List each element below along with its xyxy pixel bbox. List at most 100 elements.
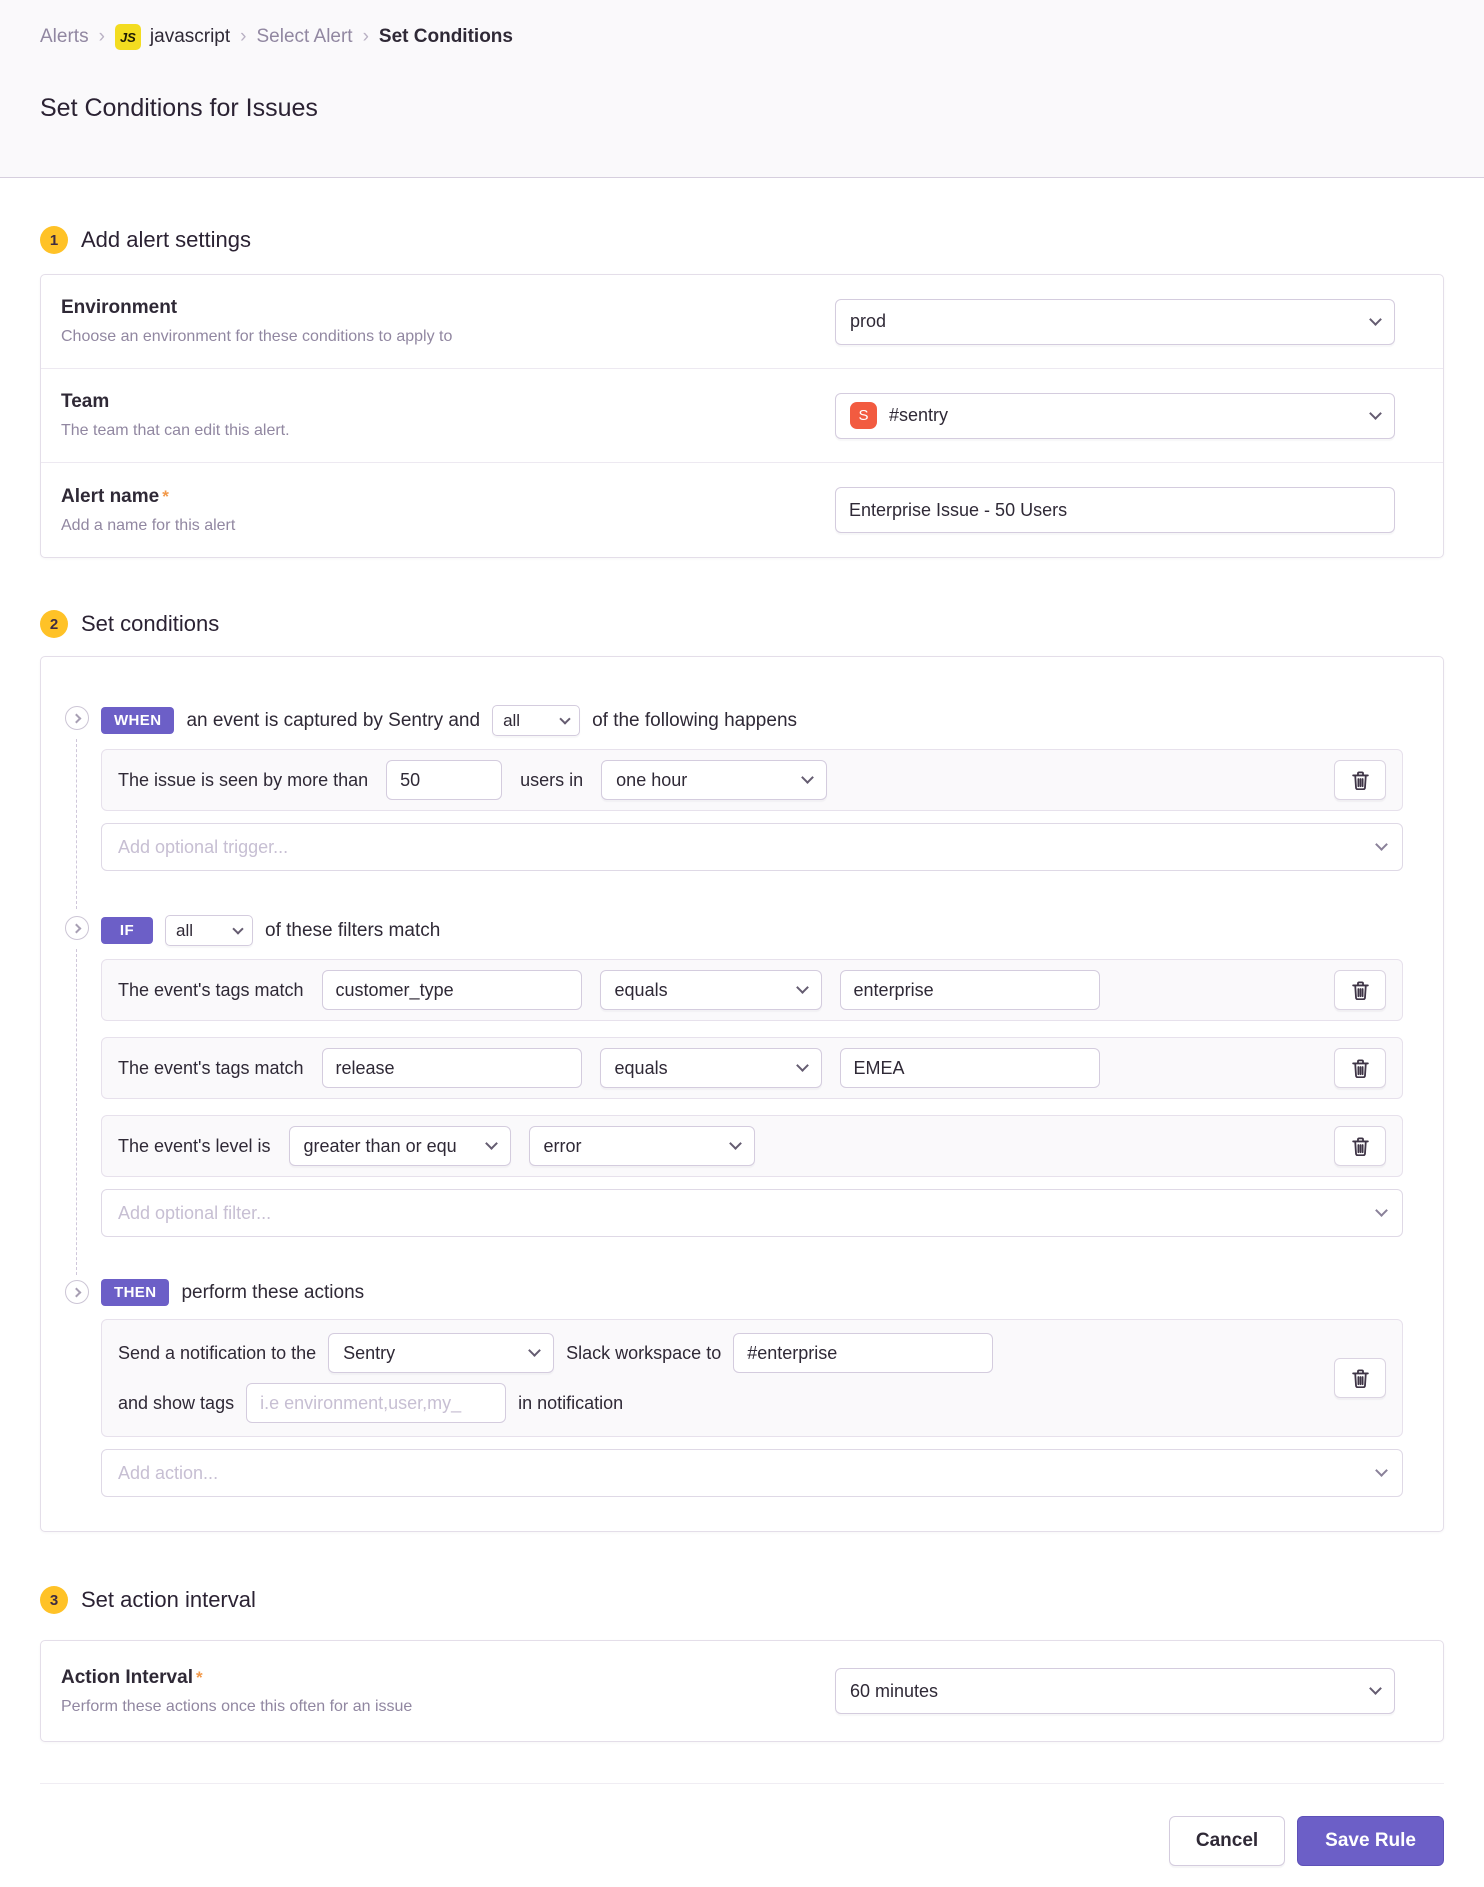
then-badge: THEN bbox=[101, 1279, 169, 1306]
action-interval-select[interactable]: 60 minutes bbox=[835, 1668, 1395, 1714]
tag-operator-select[interactable]: equals bbox=[600, 970, 822, 1010]
when-badge: WHEN bbox=[101, 707, 174, 734]
step-1-heading: 1 Add alert settings bbox=[40, 226, 1444, 254]
save-rule-button[interactable]: Save Rule bbox=[1297, 1816, 1444, 1866]
breadcrumb-current: Set Conditions bbox=[379, 26, 513, 48]
conditions-card: WHEN an event is captured by Sentry and … bbox=[40, 656, 1444, 1532]
chevron-down-icon bbox=[1375, 1204, 1388, 1217]
level-filter-row: The event's level is greater than or equ… bbox=[101, 1115, 1403, 1177]
collapse-then-button[interactable] bbox=[65, 1280, 89, 1304]
chevron-down-icon bbox=[1375, 1464, 1388, 1477]
team-label: Team bbox=[61, 391, 835, 413]
breadcrumb-separator-icon: › bbox=[99, 26, 105, 48]
step-3-heading: 3 Set action interval bbox=[40, 1586, 1444, 1614]
step-2-title: Set conditions bbox=[81, 611, 219, 637]
collapse-when-button[interactable] bbox=[65, 706, 89, 730]
breadcrumb-separator-icon: › bbox=[240, 26, 246, 48]
delete-action-button[interactable] bbox=[1334, 1358, 1386, 1398]
tag-operator-select[interactable]: equals bbox=[600, 1048, 822, 1088]
alert-name-input[interactable] bbox=[835, 487, 1395, 533]
chevron-down-icon bbox=[232, 923, 243, 934]
if-header: IF all of these filters match bbox=[101, 915, 1403, 946]
breadcrumb-select-alert[interactable]: Select Alert bbox=[256, 26, 352, 48]
alert-name-label-col: Alert name* Add a name for this alert bbox=[61, 486, 835, 535]
action-interval-label: Action Interval* bbox=[61, 1667, 835, 1689]
tag-value-input[interactable] bbox=[840, 1048, 1100, 1088]
tag-filter-row: The event's tags match equals bbox=[101, 1037, 1403, 1099]
when-row-text-before: The issue is seen by more than bbox=[118, 770, 368, 791]
then-header: THEN perform these actions bbox=[101, 1279, 1403, 1306]
chevron-down-icon bbox=[796, 1059, 809, 1072]
step-2-number: 2 bbox=[40, 610, 68, 638]
tag-key-input[interactable] bbox=[322, 1048, 582, 1088]
alert-name-row: Alert name* Add a name for this alert bbox=[41, 463, 1443, 557]
trash-icon bbox=[1352, 981, 1369, 1000]
channel-input[interactable] bbox=[733, 1333, 993, 1373]
delete-filter-button[interactable] bbox=[1334, 1048, 1386, 1088]
footer-divider bbox=[40, 1783, 1444, 1784]
action-text-middle: Slack workspace to bbox=[566, 1343, 721, 1364]
breadcrumb-project[interactable]: JS javascript bbox=[115, 24, 230, 50]
if-section: IF all of these filters match The event'… bbox=[65, 915, 1403, 1237]
environment-label-col: Environment Choose an environment for th… bbox=[61, 297, 835, 346]
if-match-select[interactable]: all bbox=[165, 915, 253, 946]
step-3-number: 3 bbox=[40, 1586, 68, 1614]
chevron-down-icon bbox=[485, 1137, 498, 1150]
add-optional-filter[interactable]: Add optional filter... bbox=[101, 1189, 1403, 1237]
user-count-input[interactable] bbox=[386, 760, 502, 800]
chevron-down-icon bbox=[1369, 1682, 1382, 1695]
step-2-heading: 2 Set conditions bbox=[40, 610, 1444, 638]
tag-filter-label: The event's tags match bbox=[118, 1058, 304, 1079]
if-badge: IF bbox=[101, 917, 153, 944]
add-action[interactable]: Add action... bbox=[101, 1449, 1403, 1497]
delete-trigger-button[interactable] bbox=[1334, 760, 1386, 800]
action-line-2: and show tags in notification bbox=[118, 1383, 1386, 1423]
add-optional-trigger[interactable]: Add optional trigger... bbox=[101, 823, 1403, 871]
level-value-select[interactable]: error bbox=[529, 1126, 755, 1166]
workspace-select[interactable]: Sentry bbox=[328, 1333, 554, 1373]
then-section: THEN perform these actions Send a notifi… bbox=[65, 1279, 1403, 1497]
chevron-down-icon bbox=[1369, 313, 1382, 326]
level-filter-label: The event's level is bbox=[118, 1136, 271, 1157]
team-select[interactable]: S #sentry bbox=[835, 393, 1395, 439]
cancel-button[interactable]: Cancel bbox=[1169, 1816, 1285, 1866]
tag-value-input[interactable] bbox=[840, 970, 1100, 1010]
add-trigger-placeholder: Add optional trigger... bbox=[118, 837, 288, 858]
required-asterisk: * bbox=[162, 487, 169, 506]
page-header: Alerts › JS javascript › Select Alert › … bbox=[0, 0, 1484, 178]
collapse-if-button[interactable] bbox=[65, 916, 89, 940]
interval-select[interactable]: one hour bbox=[601, 760, 827, 800]
then-text-after: perform these actions bbox=[181, 1282, 364, 1304]
chevron-right-icon bbox=[71, 713, 81, 723]
chevron-down-icon bbox=[1369, 407, 1382, 420]
environment-row: Environment Choose an environment for th… bbox=[41, 275, 1443, 369]
when-text-after: of the following happens bbox=[592, 710, 797, 732]
team-description: The team that can edit this alert. bbox=[61, 422, 835, 440]
tag-filter-label: The event's tags match bbox=[118, 980, 304, 1001]
tag-key-input[interactable] bbox=[322, 970, 582, 1010]
alert-name-label: Alert name* bbox=[61, 486, 835, 508]
step-3-title: Set action interval bbox=[81, 1587, 256, 1613]
tags-text-after: in notification bbox=[518, 1393, 623, 1414]
delete-filter-button[interactable] bbox=[1334, 1126, 1386, 1166]
chevron-down-icon bbox=[1375, 838, 1388, 851]
level-comparison-select[interactable]: greater than or equ bbox=[289, 1126, 511, 1166]
environment-select[interactable]: prod bbox=[835, 299, 1395, 345]
step-1-title: Add alert settings bbox=[81, 227, 251, 253]
tag-filter-row: The event's tags match equals bbox=[101, 959, 1403, 1021]
chevron-down-icon bbox=[528, 1344, 541, 1357]
delete-filter-button[interactable] bbox=[1334, 970, 1386, 1010]
chevron-right-icon bbox=[71, 1287, 81, 1297]
tags-text-before: and show tags bbox=[118, 1393, 234, 1414]
footer-actions: Cancel Save Rule bbox=[40, 1816, 1444, 1866]
add-filter-placeholder: Add optional filter... bbox=[118, 1203, 271, 1224]
team-avatar: S bbox=[850, 402, 877, 429]
required-asterisk: * bbox=[196, 1668, 203, 1687]
when-match-select[interactable]: all bbox=[492, 705, 580, 736]
chevron-down-icon bbox=[796, 981, 809, 994]
breadcrumb-alerts[interactable]: Alerts bbox=[40, 26, 89, 48]
when-condition-row: The issue is seen by more than users in … bbox=[101, 749, 1403, 811]
alert-name-description: Add a name for this alert bbox=[61, 517, 835, 535]
team-label-col: Team The team that can edit this alert. bbox=[61, 391, 835, 440]
show-tags-input[interactable] bbox=[246, 1383, 506, 1423]
